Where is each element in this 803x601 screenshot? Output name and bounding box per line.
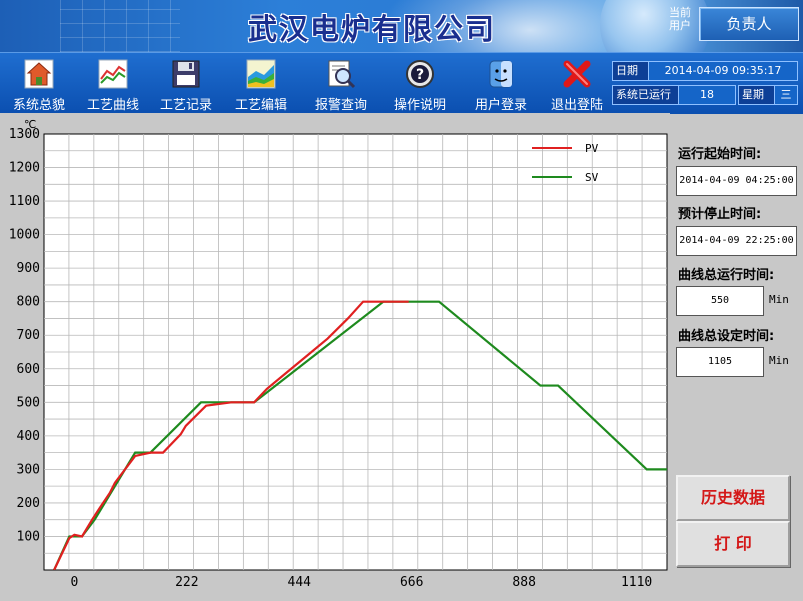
- y-tick-label: 1200: [9, 161, 40, 176]
- date-value: 2014-04-09 09:35:17: [648, 61, 798, 81]
- user-login-icon: [489, 60, 513, 88]
- floppy-disk-icon: [172, 60, 200, 88]
- toolbar-button-user-login[interactable]: 用户登录: [465, 53, 537, 114]
- svg-text:?: ?: [416, 67, 424, 83]
- x-tick-label: 222: [175, 575, 198, 590]
- date-label: 日期: [612, 61, 649, 81]
- chart-edit-icon: [246, 59, 276, 89]
- y-tick-label: 200: [17, 496, 40, 511]
- chart-grid: [43, 133, 668, 571]
- y-tick-label: 800: [17, 295, 40, 310]
- toolbar-label-logout: 退出登陆: [550, 98, 603, 113]
- exit-icon: [563, 60, 591, 88]
- y-tick-label: 700: [17, 328, 40, 343]
- y-tick-label: 400: [17, 429, 40, 444]
- header-banner: 武汉电炉有限公司 当前 用户 负责人: [0, 0, 803, 52]
- stop-time-label: 预计停止时间:: [678, 207, 762, 222]
- x-tick-label: 444: [288, 575, 312, 590]
- current-user-label-line1: 当前: [669, 6, 691, 19]
- stop-time-field: 2014-04-09 22:25:00: [676, 226, 797, 256]
- toolbar-label-process-curve: 工艺曲线: [86, 98, 139, 113]
- y-tick-label: 1100: [9, 194, 40, 209]
- curve-icon: [98, 59, 128, 89]
- legend-label-sv: SV: [585, 171, 599, 184]
- legend-label-pv: PV: [585, 142, 599, 155]
- toolbar-button-process-curve[interactable]: 工艺曲线: [80, 53, 146, 114]
- y-tick-label: 500: [17, 395, 40, 410]
- running-label: 系统已运行: [612, 85, 679, 105]
- process-curve-chart: 100 200 300 400 500 600 700 800 900 1000 1100 1200 1…: [0, 113, 670, 601]
- weekday-label: 星期: [738, 85, 775, 105]
- y-tick-label: 100: [17, 529, 40, 544]
- company-title: 武汉电炉有限公司: [248, 12, 497, 46]
- start-time-label: 运行起始时间:: [678, 147, 762, 162]
- y-axis-unit: ℃: [24, 118, 36, 131]
- toolbar-button-operation-help[interactable]: ? 操作说明: [385, 53, 455, 114]
- x-tick-label: 0: [70, 575, 78, 590]
- toolbar-label-operation-help: 操作说明: [393, 98, 446, 113]
- running-value: 18: [678, 85, 736, 105]
- toolbar-button-logout[interactable]: 退出登陆: [542, 53, 612, 114]
- banner-grid-decoration: [60, 0, 180, 52]
- x-tick-label: 666: [400, 575, 423, 590]
- help-icon: ?: [406, 60, 434, 88]
- run-total-label: 曲线总运行时间:: [678, 268, 775, 283]
- y-tick-label: 600: [17, 362, 40, 377]
- chart-svg: 100 200 300 400 500 600 700 800 900 1000 1100 1200 1…: [9, 118, 668, 590]
- set-total-label: 曲线总设定时间:: [678, 329, 775, 344]
- toolbar-label-alarm-query: 报警查询: [314, 98, 367, 113]
- toolbar-button-overview[interactable]: 系统总貌: [6, 53, 72, 114]
- toolbar-button-alarm-query[interactable]: 报警查询: [305, 53, 377, 114]
- start-time-field: 2014-04-09 04:25:00: [676, 166, 797, 196]
- set-total-unit: Min: [769, 354, 789, 367]
- right-info-panel: 运行起始时间: 2014-04-09 04:25:00 预计停止时间: 2014…: [670, 133, 803, 601]
- y-tick-label: 1000: [9, 228, 40, 243]
- run-total-unit: Min: [769, 293, 789, 306]
- main-toolbar: 系统总貌 工艺曲线 工艺记录 工艺编辑 报警查询 ? 操作说明 用户登录 退出登…: [0, 52, 803, 114]
- toolbar-button-process-edit[interactable]: 工艺编辑: [226, 53, 296, 114]
- print-button[interactable]: 打 印: [676, 521, 790, 567]
- toolbar-label-overview: 系统总貌: [12, 98, 65, 113]
- run-total-field: 550: [676, 286, 764, 316]
- current-user-label: 当前 用户: [665, 6, 695, 32]
- alarm-search-icon: [328, 60, 356, 89]
- current-user-label-line2: 用户: [669, 19, 691, 32]
- weekday-value: 三: [774, 85, 798, 105]
- toolbar-label-user-login: 用户登录: [474, 98, 527, 113]
- y-tick-label: 900: [17, 261, 40, 276]
- y-tick-label: 300: [17, 462, 40, 477]
- history-data-button[interactable]: 历史数据: [676, 475, 790, 521]
- current-user-name[interactable]: 负责人: [699, 7, 799, 41]
- x-tick-label: 1110: [621, 575, 652, 590]
- toolbar-label-process-edit: 工艺编辑: [234, 98, 287, 113]
- x-tick-label: 888: [512, 575, 535, 590]
- house-icon: [24, 59, 54, 89]
- set-total-field: 1105: [676, 347, 764, 377]
- toolbar-label-process-record: 工艺记录: [159, 98, 212, 113]
- toolbar-button-process-record[interactable]: 工艺记录: [153, 53, 219, 114]
